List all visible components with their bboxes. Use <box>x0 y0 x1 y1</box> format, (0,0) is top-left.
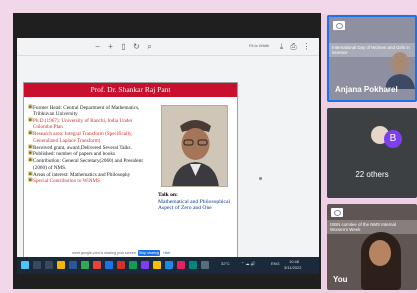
print-icon[interactable]: ⎙ <box>289 42 298 51</box>
bullet-text: Former Head: Central Department of Mathe… <box>33 105 140 118</box>
rotate-icon[interactable]: ↻ <box>132 42 141 51</box>
more-icon[interactable]: ⋮ <box>302 42 311 51</box>
participant-tile-you[interactable]: ISBN comitee of the NMS Internal Women's… <box>327 204 417 290</box>
bullet-text: Published: number of papers and books <box>33 151 115 158</box>
left-strip <box>0 0 13 293</box>
pdf-app-icon[interactable] <box>117 261 125 269</box>
bullet-text: Research area: Integral Transform (Speci… <box>33 131 133 144</box>
participant-tile-anjana[interactable]: International Day of Women and Girls in … <box>327 15 417 102</box>
others-count: 22 others <box>355 170 389 179</box>
tile-banner: ISBN comitee of the NMS Internal Women's… <box>327 220 417 234</box>
start-icon[interactable] <box>21 261 29 269</box>
fit-to-width-label[interactable]: Fit to Width <box>249 43 269 48</box>
pdf-viewer-window: − + ▯ ↻ ⌕ Fit to Width ⤓ ⎙ ⋮ Prof. Dr. S… <box>17 38 319 274</box>
hide-button[interactable]: Hide <box>163 250 170 256</box>
edge-icon[interactable] <box>105 261 113 269</box>
talk-title: Mathematical and Philosophical Aspect of… <box>158 198 231 212</box>
store-icon[interactable] <box>189 261 197 269</box>
bullet-item: ▣ Special Contribution to WiNMS <box>28 178 153 184</box>
participant-avatar-letter: B <box>384 130 402 148</box>
app-icon[interactable] <box>93 261 101 269</box>
search-icon[interactable] <box>33 261 41 269</box>
bullet-text: Contribution: General Secretary(2060) an… <box>33 158 143 171</box>
bullet-text: Special Contribution to WiNMS <box>33 178 100 185</box>
weather-temp[interactable]: 32°C <box>221 261 230 266</box>
talk-heading: Talk on: <box>158 192 178 198</box>
mail-icon[interactable] <box>165 261 173 269</box>
participant-name: You <box>333 275 348 284</box>
download-icon[interactable]: ⤓ <box>277 42 286 51</box>
meet-icon[interactable] <box>129 261 137 269</box>
bullet-item: ▣ Received grant, award,Delivered Several… <box>28 145 153 151</box>
pdf-slide-page: Prof. Dr. Shankar Raj Pant ▣ Former Head:… <box>23 82 238 265</box>
zoom-in-icon[interactable]: + <box>106 42 115 51</box>
file-explorer-icon[interactable] <box>57 261 65 269</box>
windows-taskbar: 32°C ⌃ ☁ 🔊 ENG 10:48 3/11/2022 <box>17 257 319 274</box>
settings-icon[interactable] <box>201 261 209 269</box>
window-top-bar <box>0 0 417 14</box>
speaker-portrait <box>161 105 228 187</box>
clock-time[interactable]: 10:48 <box>289 259 299 264</box>
talk-info: Talk on: Mathematical and Philosophical … <box>158 192 234 212</box>
bullet-item: ▣ Ph.D.(1967): University of Ranchi, Indi… <box>28 118 153 131</box>
slide-title-bar: Prof. Dr. Shankar Raj Pant <box>24 83 237 97</box>
clock-date[interactable]: 3/11/2022 <box>284 265 302 270</box>
media-icon[interactable] <box>177 261 185 269</box>
tray-icons[interactable]: ⌃ ☁ 🔊 <box>241 261 256 266</box>
share-notice-text: meet.google.com is sharing your screen. <box>72 251 137 255</box>
mouse-cursor <box>259 177 262 180</box>
slide-bullet-list: ▣ Former Head: Central Department of Math… <box>28 105 153 185</box>
bullet-item: ▣ Contribution: General Secretary(2060) a… <box>28 158 153 171</box>
pdf-toolbar: − + ▯ ↻ ⌕ Fit to Width ⤓ ⎙ ⋮ <box>17 38 319 56</box>
task-view-icon[interactable] <box>45 261 53 269</box>
chrome-icon[interactable] <box>81 261 89 269</box>
page-icon[interactable]: ▯ <box>119 42 128 51</box>
bullet-text: Ph.D.(1967): University of Ranchi, India… <box>33 118 133 131</box>
participant-name: Anjana Pokharel <box>335 85 398 94</box>
notes-icon[interactable] <box>153 261 161 269</box>
bullet-item: ▣ Former Head: Central Department of Math… <box>28 105 153 118</box>
bullet-item: ▣ Research area: Integral Transform (Spec… <box>28 131 153 144</box>
word-icon[interactable] <box>69 261 77 269</box>
teams-icon[interactable] <box>141 261 149 269</box>
bullet-item: ▣ Published: number of papers and books <box>28 151 153 157</box>
stop-sharing-button[interactable]: Stop sharing <box>138 250 160 256</box>
participant-video <box>385 52 415 89</box>
portrait-image <box>162 106 227 186</box>
bullet-text: Areas of interest: Mathematics and Philo… <box>33 171 131 178</box>
slide-title: Prof. Dr. Shankar Raj Pant <box>90 85 171 94</box>
participant-face <box>369 240 391 266</box>
language-indicator[interactable]: ENG <box>271 261 280 266</box>
participant-tile-others[interactable]: B 22 others <box>327 108 417 198</box>
camera-icon <box>331 208 343 217</box>
bullet-item: ▣ Areas of interest: Mathematics and Phil… <box>28 172 153 178</box>
bullet-text: Received grant, award,Delivered Several … <box>33 144 132 151</box>
screen-share-notice: meet.google.com is sharing your screen. … <box>70 249 176 257</box>
zoom-out-icon[interactable]: − <box>93 42 102 51</box>
search-icon[interactable]: ⌕ <box>145 42 154 51</box>
camera-icon <box>333 21 345 30</box>
